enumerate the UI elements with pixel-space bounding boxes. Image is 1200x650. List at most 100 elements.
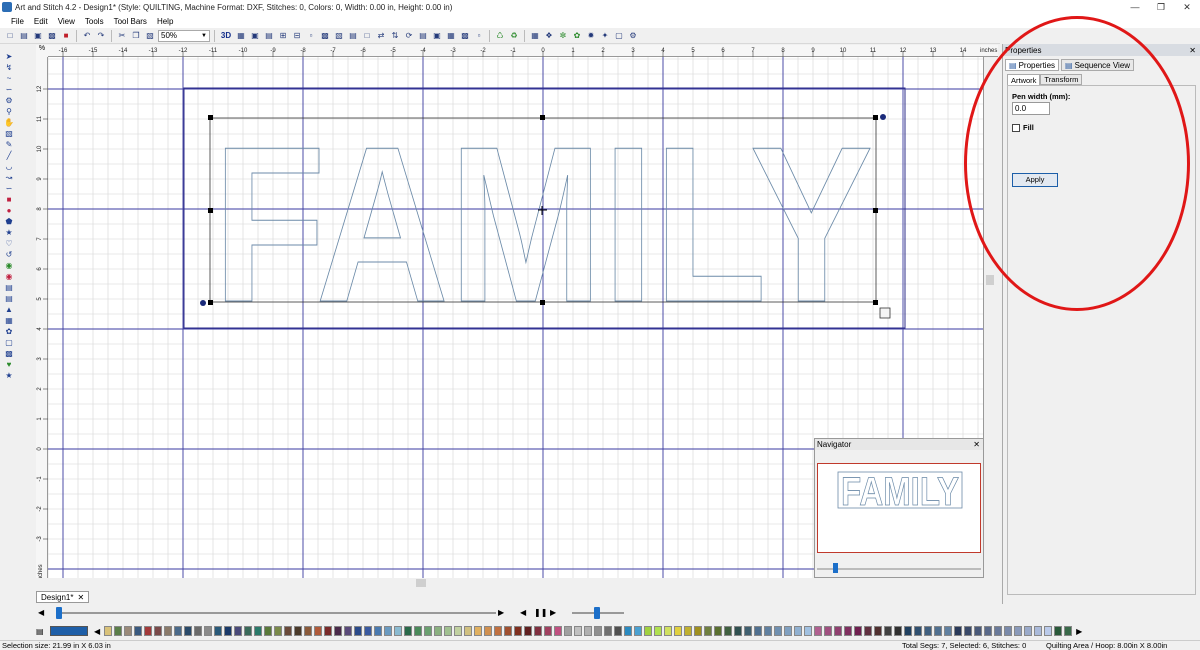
show-stitches-icon[interactable]: ▧ bbox=[333, 30, 345, 42]
redo-icon[interactable]: ↷ bbox=[95, 30, 107, 42]
heart-fill-icon[interactable]: ♥ bbox=[3, 360, 15, 370]
color-swatch[interactable] bbox=[414, 626, 423, 636]
menu-help[interactable]: Help bbox=[152, 17, 178, 26]
color-swatch[interactable] bbox=[1024, 626, 1033, 636]
color-swatch[interactable] bbox=[774, 626, 783, 636]
color-swatch[interactable] bbox=[434, 626, 443, 636]
color-swatch[interactable] bbox=[534, 626, 543, 636]
color-swatch[interactable] bbox=[234, 626, 243, 636]
color-swatch[interactable] bbox=[444, 626, 453, 636]
view-3d-button[interactable]: 3D bbox=[219, 30, 233, 42]
color-swatch[interactable] bbox=[674, 626, 683, 636]
flip-vertical-icon[interactable]: ⇅ bbox=[389, 30, 401, 42]
paste-icon[interactable]: ▧ bbox=[144, 30, 156, 42]
zoom-fit-icon[interactable]: ▣ bbox=[249, 30, 261, 42]
navigator-zoom-slider[interactable] bbox=[817, 563, 981, 573]
color-swatch[interactable] bbox=[744, 626, 753, 636]
bezier-icon[interactable]: ∽ bbox=[3, 85, 15, 95]
node-edit-icon[interactable]: ↯ bbox=[3, 63, 15, 73]
scale-icon[interactable]: ▢ bbox=[613, 30, 625, 42]
color-swatch[interactable] bbox=[424, 626, 433, 636]
color-swatch[interactable] bbox=[814, 626, 823, 636]
group-icon[interactable]: ▣ bbox=[431, 30, 443, 42]
color-swatch[interactable] bbox=[934, 626, 943, 636]
resize-corner-icon[interactable] bbox=[879, 307, 891, 319]
menu-tools[interactable]: Tools bbox=[80, 17, 109, 26]
color-swatch[interactable] bbox=[124, 626, 133, 636]
color-swatch[interactable] bbox=[564, 626, 573, 636]
menu-file[interactable]: File bbox=[6, 17, 29, 26]
color-swatch[interactable] bbox=[514, 626, 523, 636]
cut-icon[interactable]: ✂ bbox=[116, 30, 128, 42]
color-swatch[interactable] bbox=[634, 626, 643, 636]
color-swatch[interactable] bbox=[484, 626, 493, 636]
color-swatch[interactable] bbox=[224, 626, 233, 636]
arc-icon[interactable]: ◡ bbox=[3, 162, 15, 172]
measure-icon[interactable]: ▧ bbox=[3, 129, 15, 139]
menu-view[interactable]: View bbox=[53, 17, 80, 26]
color-swatch[interactable] bbox=[864, 626, 873, 636]
combine-icon[interactable]: ▩ bbox=[459, 30, 471, 42]
line-icon[interactable]: ╱ bbox=[3, 151, 15, 161]
palette-scroll-right-icon[interactable]: ▶ bbox=[1076, 627, 1082, 636]
undo-icon[interactable]: ↶ bbox=[81, 30, 93, 42]
color-swatch[interactable] bbox=[604, 626, 613, 636]
color-swatch[interactable] bbox=[714, 626, 723, 636]
color-swatch[interactable] bbox=[944, 626, 953, 636]
trapunto-icon[interactable]: ★ bbox=[3, 371, 15, 381]
color-swatch[interactable] bbox=[554, 626, 563, 636]
subtab-artwork[interactable]: Artwork bbox=[1007, 74, 1041, 85]
color-swatch[interactable] bbox=[1014, 626, 1023, 636]
color-swatch[interactable] bbox=[974, 626, 983, 636]
color-swatch[interactable] bbox=[644, 626, 653, 636]
distort-icon[interactable]: ✦ bbox=[599, 30, 611, 42]
color-swatch[interactable] bbox=[544, 626, 553, 636]
color-swatch[interactable] bbox=[954, 626, 963, 636]
zoom-selection-icon[interactable]: ▤ bbox=[263, 30, 275, 42]
palette-scroll-left-icon[interactable]: ◀ bbox=[94, 627, 100, 636]
color-swatch[interactable] bbox=[854, 626, 863, 636]
color-swatch[interactable] bbox=[1044, 626, 1053, 636]
color-swatch[interactable] bbox=[924, 626, 933, 636]
color-swatch[interactable] bbox=[524, 626, 533, 636]
minimize-icon[interactable]: — bbox=[1122, 0, 1148, 14]
color-swatch[interactable] bbox=[304, 626, 313, 636]
color-swatch[interactable] bbox=[404, 626, 413, 636]
color-swatch[interactable] bbox=[134, 626, 143, 636]
save-icon[interactable]: ▣ bbox=[32, 30, 44, 42]
reshape-icon[interactable]: ⚙ bbox=[3, 96, 15, 106]
color-swatch[interactable] bbox=[284, 626, 293, 636]
color-swatch[interactable] bbox=[264, 626, 273, 636]
color-swatch[interactable] bbox=[824, 626, 833, 636]
rectangle-icon[interactable]: ■ bbox=[3, 195, 15, 205]
color-swatch[interactable] bbox=[684, 626, 693, 636]
play-forward-icon[interactable]: ▶ bbox=[498, 608, 504, 617]
stipple-icon[interactable]: ▤ bbox=[3, 283, 15, 293]
new-file-icon[interactable]: □ bbox=[4, 30, 16, 42]
color-swatch[interactable] bbox=[794, 626, 803, 636]
polyline-icon[interactable]: ↝ bbox=[3, 173, 15, 183]
transform-icon[interactable]: ✹ bbox=[585, 30, 597, 42]
color-swatch[interactable] bbox=[104, 626, 113, 636]
color-swatch[interactable] bbox=[494, 626, 503, 636]
color-swatch[interactable] bbox=[874, 626, 883, 636]
color-swatch[interactable] bbox=[834, 626, 843, 636]
color-swatch[interactable] bbox=[584, 626, 593, 636]
color-swatch[interactable] bbox=[764, 626, 773, 636]
color-swatch[interactable] bbox=[804, 626, 813, 636]
color-swatch[interactable] bbox=[1064, 626, 1073, 636]
scroll-thumb[interactable] bbox=[416, 579, 426, 587]
show-points-icon[interactable]: ▤ bbox=[347, 30, 359, 42]
rotate-icon[interactable]: ⟳ bbox=[403, 30, 415, 42]
color-swatch[interactable] bbox=[734, 626, 743, 636]
vertical-scrollbar[interactable] bbox=[984, 57, 996, 578]
color-swatch[interactable] bbox=[1054, 626, 1063, 636]
color-swatch[interactable] bbox=[114, 626, 123, 636]
color-swatch[interactable] bbox=[914, 626, 923, 636]
applique-icon[interactable]: ▲ bbox=[3, 305, 15, 315]
menu-edit[interactable]: Edit bbox=[29, 17, 53, 26]
show-outline-icon[interactable]: □ bbox=[361, 30, 373, 42]
color-swatch[interactable] bbox=[994, 626, 1003, 636]
zoom-in-icon[interactable]: ⊞ bbox=[277, 30, 289, 42]
close-icon[interactable]: ✕ bbox=[77, 593, 84, 602]
